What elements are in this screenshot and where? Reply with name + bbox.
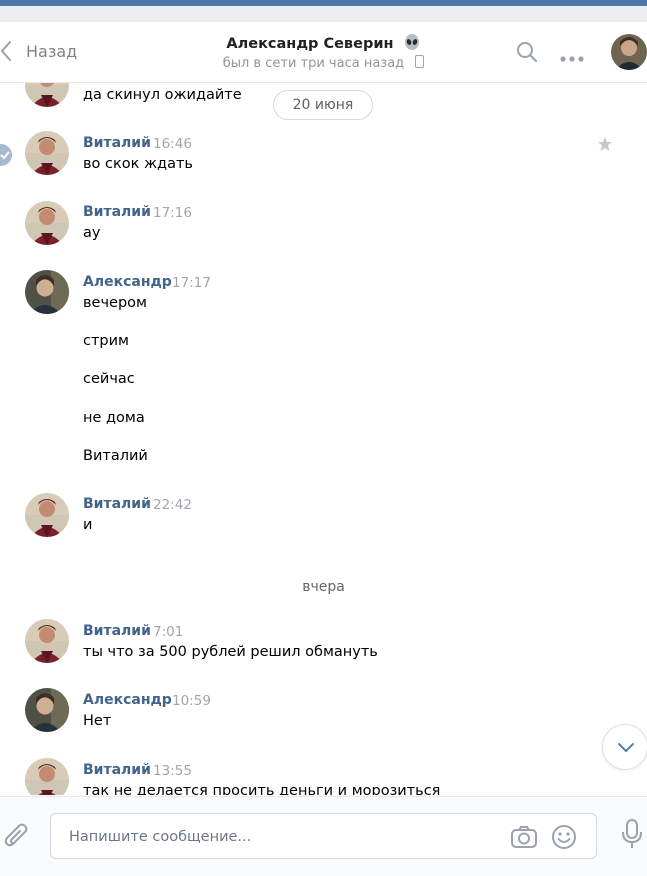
message-author[interactable]: Виталий: [83, 762, 151, 778]
message-text: так не делается просить деньги и морозит…: [83, 783, 441, 795]
message-text: Виталий: [83, 448, 148, 464]
favorite-star-button[interactable]: [597, 136, 613, 156]
message-time[interactable]: 16:46: [153, 136, 192, 152]
chat-title[interactable]: Александр Северин: [0, 33, 647, 55]
avatar-vitaly[interactable]: [25, 758, 69, 795]
message-text: не дома: [83, 410, 145, 426]
attach-button[interactable]: [4, 821, 30, 855]
message-time[interactable]: 17:17: [172, 275, 211, 291]
date-divider[interactable]: 20 июня: [273, 90, 373, 120]
avatar-vitaly[interactable]: [25, 83, 69, 107]
message-text: ты что за 500 рублей решил обмануть: [83, 644, 378, 660]
scroll-down-button[interactable]: [602, 724, 647, 770]
avatar-vitaly[interactable]: [25, 201, 69, 245]
more-actions-button[interactable]: [559, 48, 585, 67]
search-button[interactable]: [516, 41, 538, 67]
mobile-icon: [415, 55, 425, 68]
message-text: да скинул ожидайте: [83, 87, 242, 103]
microphone-icon: [622, 819, 642, 848]
avatar-vitaly[interactable]: [25, 493, 69, 537]
message-input-box[interactable]: [50, 813, 597, 860]
alien-emoji-icon: [403, 33, 421, 55]
star-icon: [598, 137, 612, 151]
camera-icon: [511, 826, 537, 848]
check-icon: [0, 151, 10, 160]
emoji-button[interactable]: [551, 824, 577, 854]
avatar-vitaly[interactable]: [25, 131, 69, 175]
message-author[interactable]: Александр: [83, 692, 172, 708]
message-time[interactable]: 17:16: [153, 205, 192, 221]
message-time[interactable]: 10:59: [172, 693, 211, 709]
message-text: и: [83, 517, 93, 533]
paperclip-icon: [4, 823, 28, 847]
chat-title-text: Александр Северин: [226, 36, 394, 52]
message-time[interactable]: 22:42: [153, 497, 192, 513]
avatar-alexander[interactable]: [25, 270, 69, 314]
avatar-alexander[interactable]: [25, 688, 69, 732]
message-author[interactable]: Виталий: [83, 135, 151, 151]
message-author[interactable]: Виталий: [83, 204, 151, 220]
message-text: вечером: [83, 295, 147, 311]
message-input[interactable]: [67, 814, 491, 860]
message-feed[interactable]: да скинул ожидайте 20 июня Виталий 16:46…: [0, 83, 647, 795]
online-status: был в сети три часа назад: [0, 55, 647, 71]
voice-message-button[interactable]: [621, 818, 643, 854]
more-dots-icon: [560, 56, 584, 62]
chevron-down-icon: [618, 743, 634, 752]
message-text: Нет: [83, 713, 112, 729]
selection-check[interactable]: [0, 144, 12, 166]
message-author[interactable]: Виталий: [83, 496, 151, 512]
camera-button[interactable]: [510, 825, 538, 853]
message-text: ау: [83, 225, 101, 241]
chat-header: Назад Александр Северин был в сети три ч…: [0, 22, 647, 83]
message-author[interactable]: Виталий: [83, 623, 151, 639]
message-author[interactable]: Александр: [83, 274, 172, 290]
message-text: во скок ждать: [83, 156, 193, 172]
message-text: стрим: [83, 333, 129, 349]
message-time[interactable]: 13:55: [153, 763, 192, 779]
message-composer: [0, 796, 647, 876]
top-gap: [0, 6, 647, 22]
message-time[interactable]: 7:01: [153, 624, 183, 640]
date-divider: вчера: [302, 579, 345, 595]
online-status-text: был в сети три часа назад: [222, 56, 405, 71]
avatar-vitaly[interactable]: [25, 619, 69, 663]
smile-icon: [552, 825, 576, 849]
contact-avatar[interactable]: [611, 34, 647, 70]
search-icon: [517, 42, 538, 63]
message-text: сейчас: [83, 371, 135, 387]
